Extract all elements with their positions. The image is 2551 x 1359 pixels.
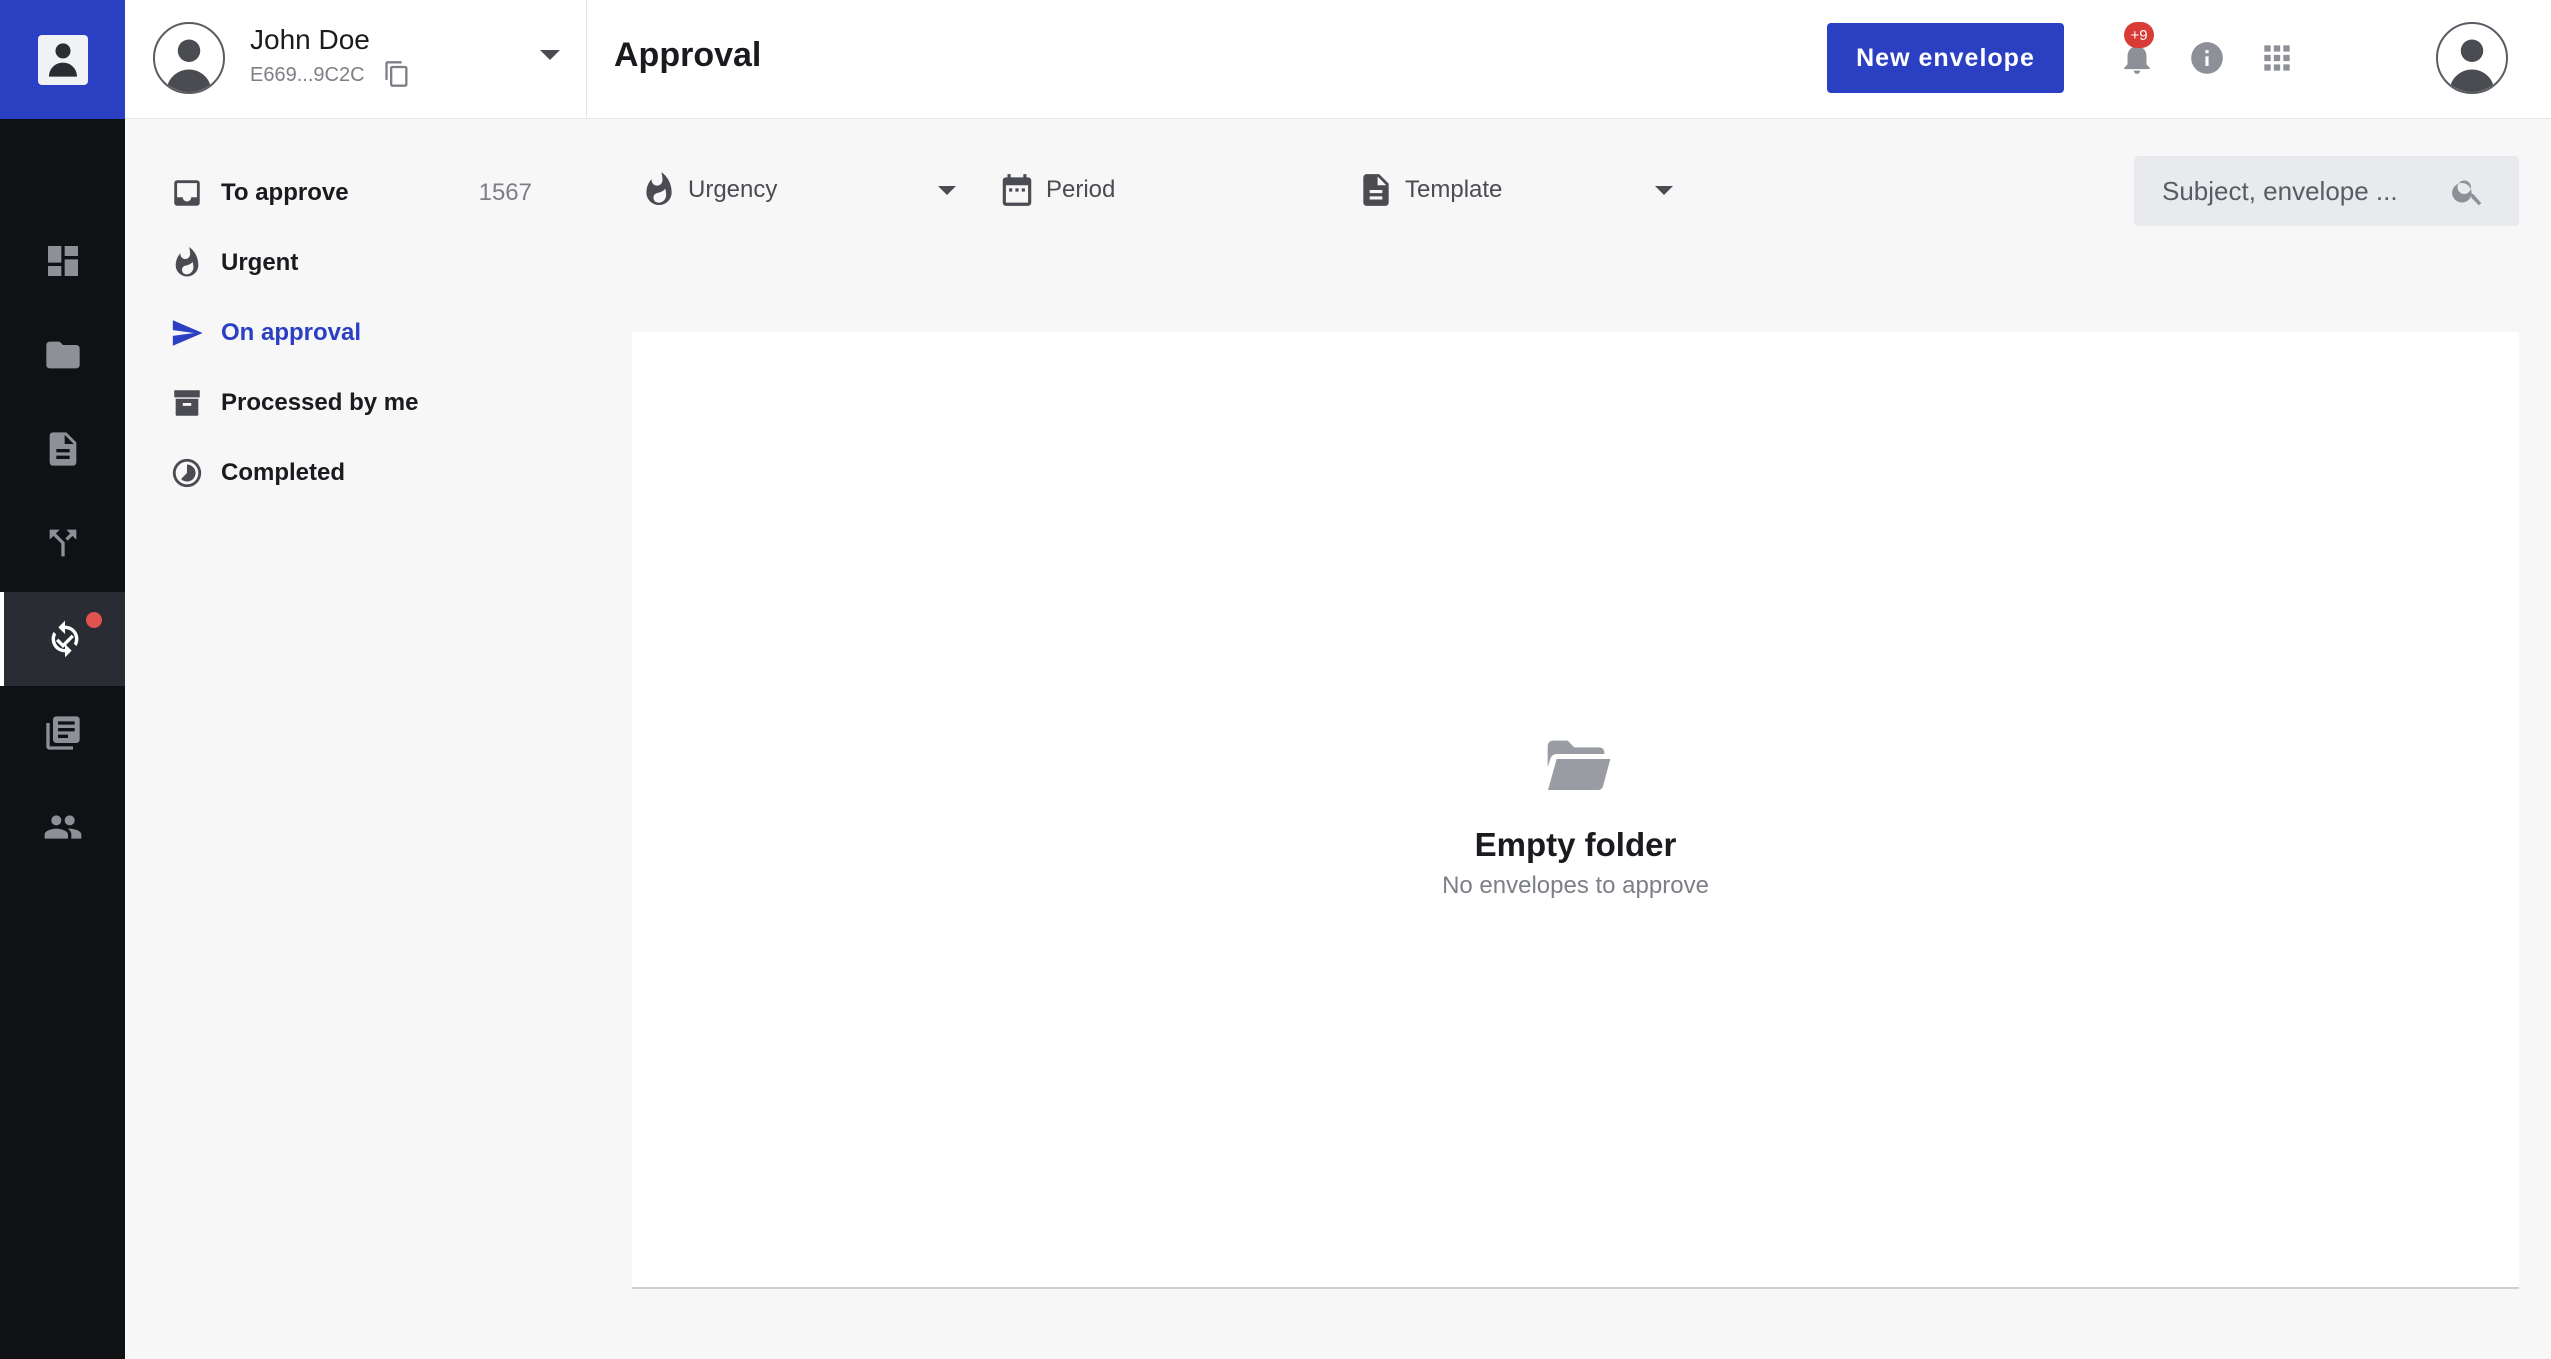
- inbox-icon: [174, 180, 200, 206]
- account-id: E669...9C2C: [250, 64, 365, 86]
- nav-label: Urgent: [221, 249, 299, 276]
- account-switcher[interactable]: John Doe E669...9C2C: [125, 0, 587, 119]
- user-icon: [2449, 39, 2495, 92]
- notification-badge: +9: [2124, 22, 2154, 48]
- apps-grid-icon: [2264, 45, 2290, 71]
- library-icon: [45, 716, 80, 750]
- contacts-icon: [44, 815, 81, 839]
- fire-icon: [175, 246, 199, 277]
- rail-library[interactable]: [0, 686, 125, 780]
- apps-button[interactable]: [2255, 36, 2299, 80]
- nav-item-processed-by-me[interactable]: Processed by me: [125, 372, 587, 434]
- info-icon: [2191, 42, 2223, 74]
- nav-count: 1567: [478, 179, 532, 206]
- progress-icon: [172, 458, 202, 488]
- document-icon: [1363, 174, 1389, 206]
- nav-item-to-approve[interactable]: To approve 1567: [125, 162, 587, 224]
- search-input[interactable]: [2162, 156, 2442, 226]
- chevron-down-icon: [540, 50, 560, 60]
- rail-routes[interactable]: [0, 496, 125, 590]
- rail-dashboard[interactable]: [0, 214, 125, 308]
- nav-label: To approve: [221, 179, 349, 206]
- open-folder-icon: [1547, 740, 1611, 791]
- notification-dot: [86, 612, 102, 628]
- account-avatar: [153, 22, 225, 94]
- account-name: John Doe: [250, 24, 370, 55]
- nav-item-completed[interactable]: Completed: [125, 442, 587, 504]
- user-icon: [166, 39, 212, 92]
- rail-documents[interactable]: [0, 402, 125, 496]
- calendar-icon: [1002, 174, 1032, 206]
- nav-label: Completed: [221, 459, 346, 486]
- rail-approval[interactable]: [0, 592, 125, 686]
- app-logo[interactable]: [0, 0, 125, 119]
- empty-state-title: Empty folder: [1474, 826, 1677, 863]
- route-icon: [49, 529, 76, 557]
- search-box[interactable]: [2134, 156, 2519, 226]
- user-avatar[interactable]: [2436, 22, 2508, 94]
- rail-contacts[interactable]: [0, 780, 125, 874]
- rail-folders[interactable]: [0, 308, 125, 402]
- period-filter-label: Period: [1046, 176, 1116, 203]
- urgency-filter-label: Urgency: [688, 176, 778, 203]
- nav-label: On approval: [221, 319, 362, 346]
- chevron-down-icon: [1655, 185, 1673, 195]
- nav-item-urgent[interactable]: Urgent: [125, 232, 587, 294]
- send-icon: [172, 320, 203, 346]
- dashboard-icon: [47, 246, 78, 276]
- approval-icon: [51, 620, 78, 658]
- envelope-list-panel: Empty folder No envelopes to approve: [632, 332, 2519, 1289]
- search-icon[interactable]: [2450, 173, 2486, 209]
- empty-state-subtitle: No envelopes to approve: [1442, 872, 1709, 899]
- urgency-filter[interactable]: Urgency: [640, 160, 960, 220]
- nav-label: Processed by me: [221, 389, 419, 416]
- app-rail: [0, 0, 125, 1359]
- folder-icon: [45, 341, 80, 369]
- new-envelope-button[interactable]: New envelope: [1827, 23, 2064, 93]
- page-title: Approval: [614, 36, 762, 74]
- template-filter[interactable]: Template: [1357, 160, 1677, 220]
- copy-icon[interactable]: [383, 60, 411, 88]
- info-button[interactable]: [2185, 36, 2229, 80]
- chevron-down-icon: [938, 185, 956, 195]
- logo-icon: [37, 34, 88, 85]
- archive-icon: [174, 390, 200, 416]
- template-filter-label: Template: [1405, 176, 1503, 203]
- period-filter[interactable]: Period: [998, 160, 1298, 220]
- nav-item-on-approval[interactable]: On approval: [125, 302, 587, 364]
- fire-icon: [646, 172, 672, 206]
- document-icon: [49, 432, 76, 466]
